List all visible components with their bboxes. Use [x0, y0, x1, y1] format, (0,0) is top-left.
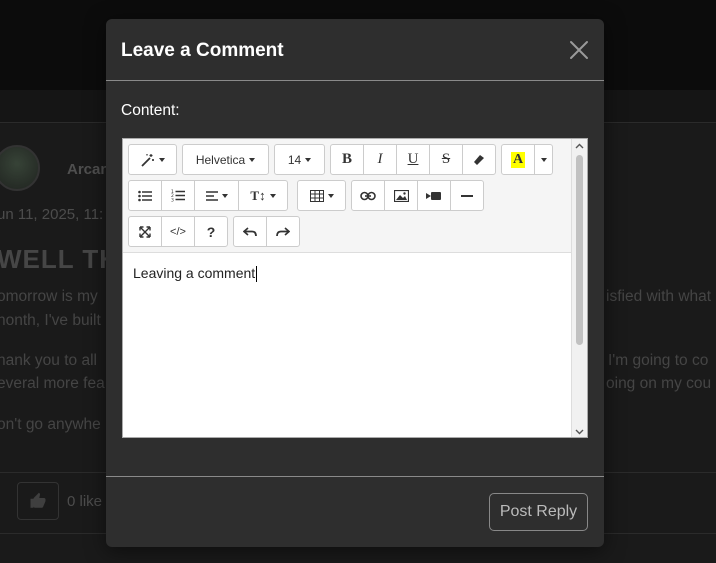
clear-format-button[interactable]	[462, 144, 496, 175]
close-button[interactable]	[568, 39, 590, 61]
font-size-dropdown[interactable]: 14	[274, 144, 325, 175]
editor-text: Leaving a comment	[133, 265, 256, 281]
font-size-value: 14	[287, 152, 302, 167]
rich-text-editor: Helvetica 14 B I U S A 1 2 3 T↕ </> ? Le…	[122, 138, 588, 438]
close-icon	[570, 41, 588, 59]
line-height-dropdown[interactable]: T↕	[238, 180, 288, 211]
content-label: Content:	[121, 102, 180, 119]
underline-button[interactable]: U	[396, 144, 430, 175]
magic-wand-icon	[140, 153, 154, 167]
chevron-up-icon	[575, 143, 584, 149]
scroll-down-arrow[interactable]	[572, 425, 587, 437]
table-icon	[309, 189, 324, 202]
text-color-button[interactable]: A	[501, 144, 535, 175]
text-cursor	[256, 266, 258, 283]
horizontal-rule-button[interactable]	[450, 180, 484, 211]
bullet-list-icon	[138, 190, 152, 201]
chevron-down-icon	[540, 157, 547, 162]
link-icon	[360, 191, 376, 200]
italic-button[interactable]: I	[363, 144, 397, 175]
image-icon	[393, 189, 409, 202]
redo-button[interactable]	[266, 216, 300, 247]
ordered-list-button[interactable]: 123	[161, 180, 195, 211]
svg-text:3: 3	[171, 198, 174, 203]
numbered-list-icon: 123	[171, 189, 185, 202]
undo-button[interactable]	[233, 216, 267, 247]
horizontal-rule-icon	[461, 194, 473, 197]
font-family-dropdown[interactable]: Helvetica	[182, 144, 269, 175]
strikethrough-button[interactable]: S	[429, 144, 463, 175]
modal-footer: Post Reply	[106, 476, 604, 547]
link-button[interactable]	[351, 180, 385, 211]
fullscreen-icon	[139, 225, 151, 238]
eraser-icon	[474, 154, 484, 165]
post-reply-button[interactable]: Post Reply	[489, 493, 588, 531]
underline-icon: U	[407, 151, 419, 167]
picture-button[interactable]	[384, 180, 418, 211]
help-icon: ?	[206, 223, 216, 240]
help-button[interactable]: ?	[194, 216, 228, 247]
bold-icon: B	[341, 151, 352, 167]
editor-scrollbar[interactable]	[571, 139, 587, 437]
code-view-button[interactable]: </>	[161, 216, 195, 247]
paragraph-align-dropdown[interactable]	[194, 180, 239, 211]
video-icon	[426, 191, 441, 200]
modal-header: Leave a Comment	[106, 19, 604, 81]
undo-icon	[243, 226, 257, 236]
chevron-down-icon	[575, 429, 584, 435]
font-family-value: Helvetica	[195, 152, 246, 167]
scroll-thumb[interactable]	[576, 155, 583, 345]
unordered-list-button[interactable]	[128, 180, 162, 211]
italic-icon: I	[377, 151, 383, 167]
fullscreen-button[interactable]	[128, 216, 162, 247]
table-dropdown[interactable]	[297, 180, 346, 211]
color-dropdown-button[interactable]	[534, 144, 553, 175]
highlight-color-icon: A	[510, 151, 526, 168]
bold-button[interactable]: B	[330, 144, 364, 175]
code-icon: </>	[170, 225, 186, 238]
scroll-up-arrow[interactable]	[572, 139, 587, 153]
redo-icon	[276, 226, 290, 236]
strikethrough-icon: S	[441, 151, 451, 167]
style-dropdown[interactable]	[128, 144, 177, 175]
video-button[interactable]	[417, 180, 451, 211]
align-left-icon	[205, 190, 218, 201]
editor-content-area[interactable]: Leaving a comment	[123, 253, 572, 437]
comment-modal: Leave a Comment Content: Helvetica 14 B …	[106, 19, 604, 547]
editor-toolbar: Helvetica 14 B I U S A 1 2 3 T↕ </> ?	[123, 139, 572, 253]
modal-title: Leave a Comment	[121, 40, 284, 61]
line-height-icon: T↕	[250, 187, 266, 203]
